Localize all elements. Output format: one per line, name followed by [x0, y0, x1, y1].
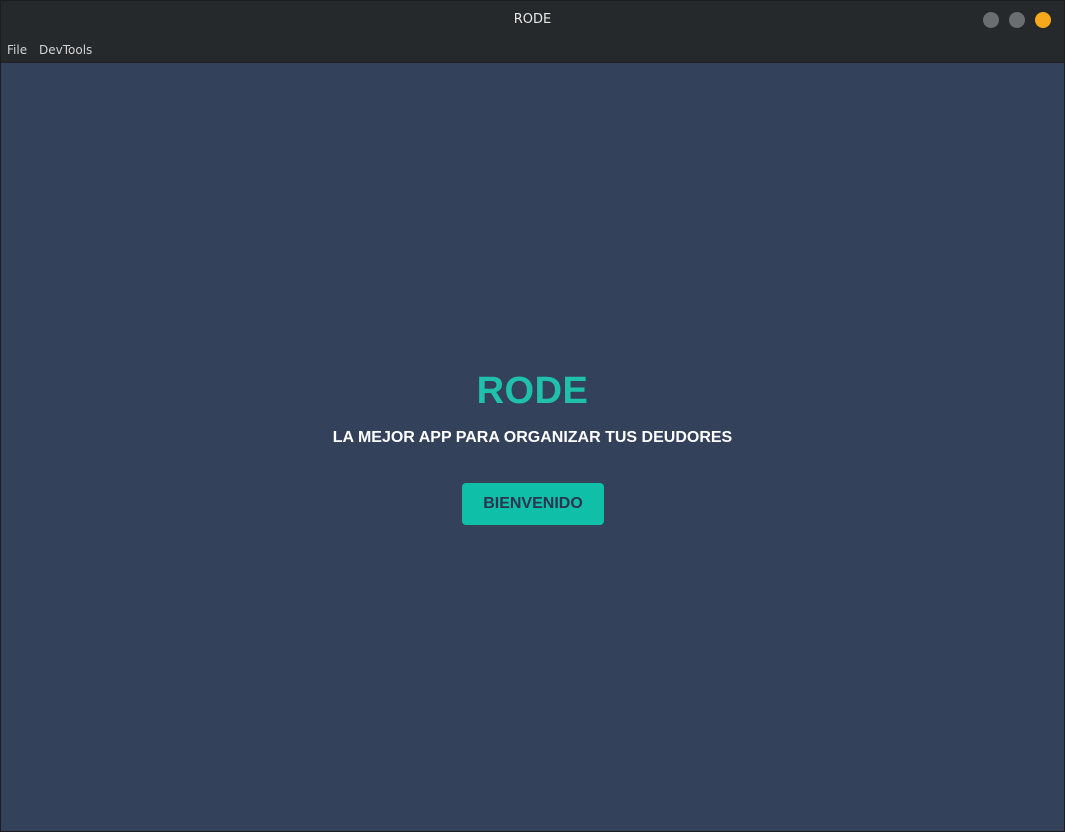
- menu-devtools[interactable]: DevTools: [39, 43, 92, 57]
- menu-bar: File DevTools: [1, 39, 1064, 63]
- window-control-3[interactable]: [1035, 12, 1051, 28]
- welcome-button[interactable]: BIENVENIDO: [462, 483, 604, 525]
- app-title: RODE: [476, 370, 589, 412]
- window-title: RODE: [513, 12, 552, 27]
- title-bar[interactable]: RODE: [1, 1, 1064, 39]
- app-window: RODE File DevTools RODE LA MEJOR APP PAR…: [0, 0, 1065, 832]
- menu-file[interactable]: File: [7, 43, 27, 57]
- main-content: RODE LA MEJOR APP PARA ORGANIZAR TUS DEU…: [1, 63, 1064, 831]
- window-control-2[interactable]: [1009, 12, 1025, 28]
- app-subtitle: LA MEJOR APP PARA ORGANIZAR TUS DEUDORES: [332, 429, 733, 446]
- window-control-1[interactable]: [983, 12, 999, 28]
